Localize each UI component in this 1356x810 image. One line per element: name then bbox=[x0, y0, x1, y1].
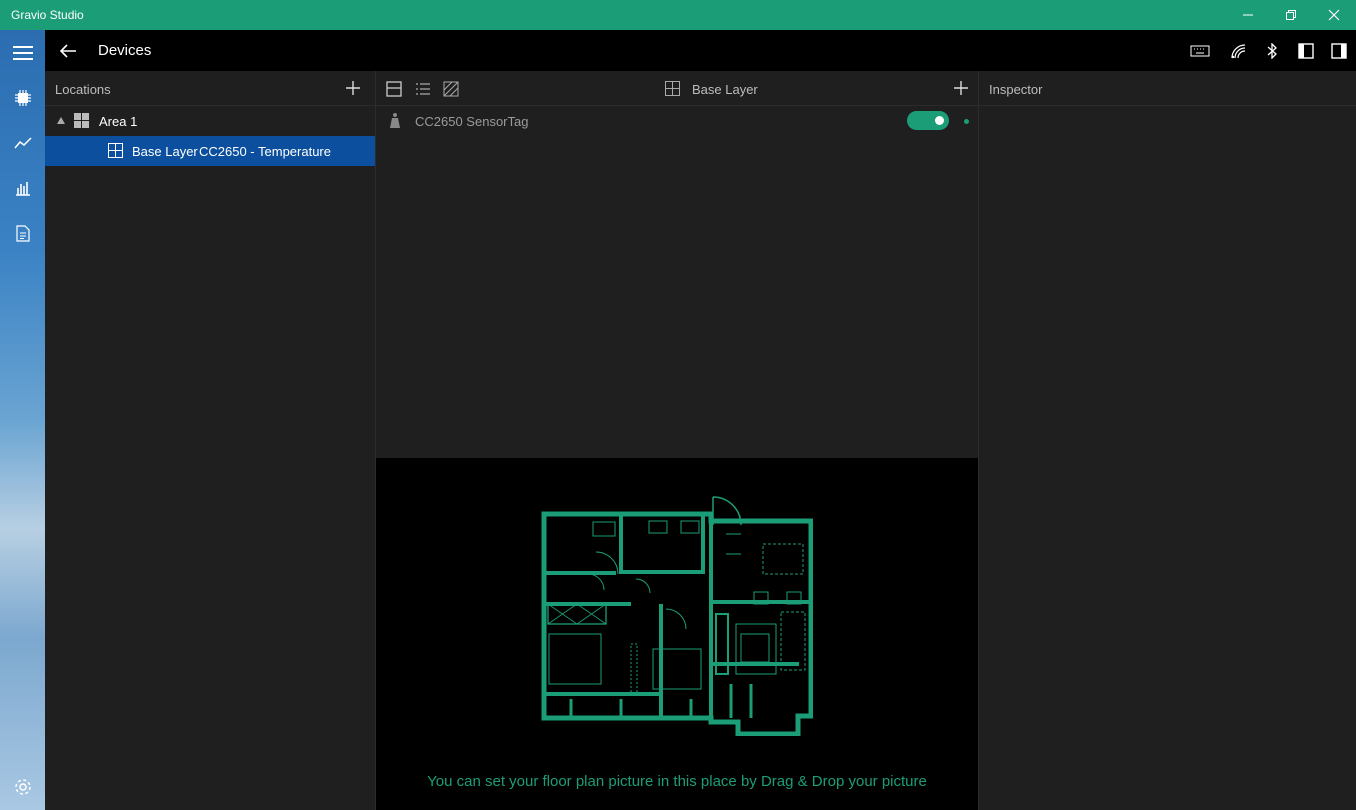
add-device-button[interactable] bbox=[953, 80, 969, 96]
inspector-header: Inspector bbox=[979, 71, 1356, 106]
locations-title: Locations bbox=[55, 82, 111, 97]
list-view-icon bbox=[416, 83, 430, 95]
tree-item-area-label: Area 1 bbox=[99, 114, 138, 129]
close-icon bbox=[1328, 9, 1340, 21]
tree-item-area[interactable]: Area 1 bbox=[45, 106, 375, 136]
list-view-button[interactable] bbox=[415, 81, 431, 97]
line-chart-icon bbox=[13, 137, 32, 149]
close-button[interactable] bbox=[1311, 0, 1356, 30]
device-status-dot bbox=[964, 119, 969, 124]
nav-graphs[interactable] bbox=[0, 123, 45, 163]
grid-icon bbox=[665, 81, 680, 96]
hamburger-icon bbox=[12, 46, 33, 60]
nav-devices[interactable] bbox=[0, 78, 45, 118]
add-icon bbox=[954, 81, 968, 95]
settings-gear-icon bbox=[14, 779, 31, 795]
right-panel-icon bbox=[1331, 43, 1347, 59]
left-panel-icon bbox=[1298, 43, 1314, 59]
devices-toolbar: Base Layer bbox=[376, 71, 978, 106]
toggle-left-panel-button[interactable] bbox=[1294, 39, 1318, 63]
add-icon bbox=[346, 81, 360, 95]
nav-reports[interactable] bbox=[0, 168, 45, 208]
area-grid-icon bbox=[74, 113, 89, 128]
wireless-button[interactable] bbox=[1226, 39, 1250, 63]
page-title: Devices bbox=[98, 42, 152, 59]
add-location-button[interactable] bbox=[345, 80, 361, 96]
layout-view-button[interactable] bbox=[386, 81, 402, 97]
image-view-icon bbox=[443, 81, 459, 97]
collapse-triangle-icon bbox=[57, 117, 65, 124]
tree-item-layer[interactable]: Base Layer CC2650 - Temperature bbox=[45, 136, 375, 166]
window-title: Gravio Studio bbox=[11, 8, 84, 22]
app-header: Devices bbox=[45, 30, 1356, 71]
locations-pane: Locations Area 1 Base Layer CC2650 - Tem… bbox=[45, 71, 375, 810]
back-button[interactable] bbox=[55, 38, 81, 64]
back-arrow-icon bbox=[59, 44, 76, 58]
title-bar: Gravio Studio bbox=[0, 0, 1356, 30]
tree-item-layer-detail: CC2650 - Temperature bbox=[199, 144, 331, 159]
floorplan-hint: You can set your floor plan picture in t… bbox=[427, 773, 927, 790]
wireless-icon bbox=[1231, 44, 1246, 59]
nav-rail bbox=[0, 30, 45, 810]
locations-header: Locations bbox=[45, 71, 375, 106]
report-icon bbox=[15, 224, 30, 242]
device-name: CC2650 SensorTag bbox=[415, 114, 529, 129]
restore-icon bbox=[1286, 10, 1296, 20]
image-view-button[interactable] bbox=[443, 81, 459, 97]
toggle-knob bbox=[935, 116, 944, 125]
device-row[interactable]: CC2650 SensorTag bbox=[376, 106, 978, 136]
devices-pane: Base Layer CC2650 SensorTag bbox=[376, 71, 978, 458]
inspector-pane: Inspector bbox=[979, 71, 1356, 810]
bluetooth-button[interactable] bbox=[1260, 39, 1284, 63]
restore-button[interactable] bbox=[1268, 0, 1314, 30]
hamburger-button[interactable] bbox=[0, 33, 45, 73]
minimize-button[interactable] bbox=[1225, 0, 1271, 30]
inspector-title: Inspector bbox=[989, 82, 1043, 97]
device-enable-toggle[interactable] bbox=[907, 111, 949, 130]
devices-chip-icon bbox=[14, 90, 31, 106]
sensor-icon bbox=[390, 113, 400, 128]
layer-grid-icon bbox=[108, 143, 123, 158]
nav-settings[interactable] bbox=[0, 767, 45, 807]
tree-item-layer-label: Base Layer bbox=[132, 144, 198, 159]
keyboard-icon bbox=[1190, 45, 1210, 57]
bar-chart-icon bbox=[15, 182, 30, 196]
nav-documents[interactable] bbox=[0, 213, 45, 253]
toggle-right-panel-button[interactable] bbox=[1327, 39, 1351, 63]
bluetooth-icon bbox=[1267, 43, 1277, 59]
floorplan-drop-area[interactable]: You can set your floor plan picture in t… bbox=[376, 458, 978, 810]
floorplan-icon bbox=[541, 496, 813, 736]
layer-title: Base Layer bbox=[692, 82, 758, 97]
keyboard-button[interactable] bbox=[1188, 39, 1212, 63]
layout-view-icon bbox=[386, 81, 402, 97]
minimize-icon bbox=[1243, 14, 1253, 16]
